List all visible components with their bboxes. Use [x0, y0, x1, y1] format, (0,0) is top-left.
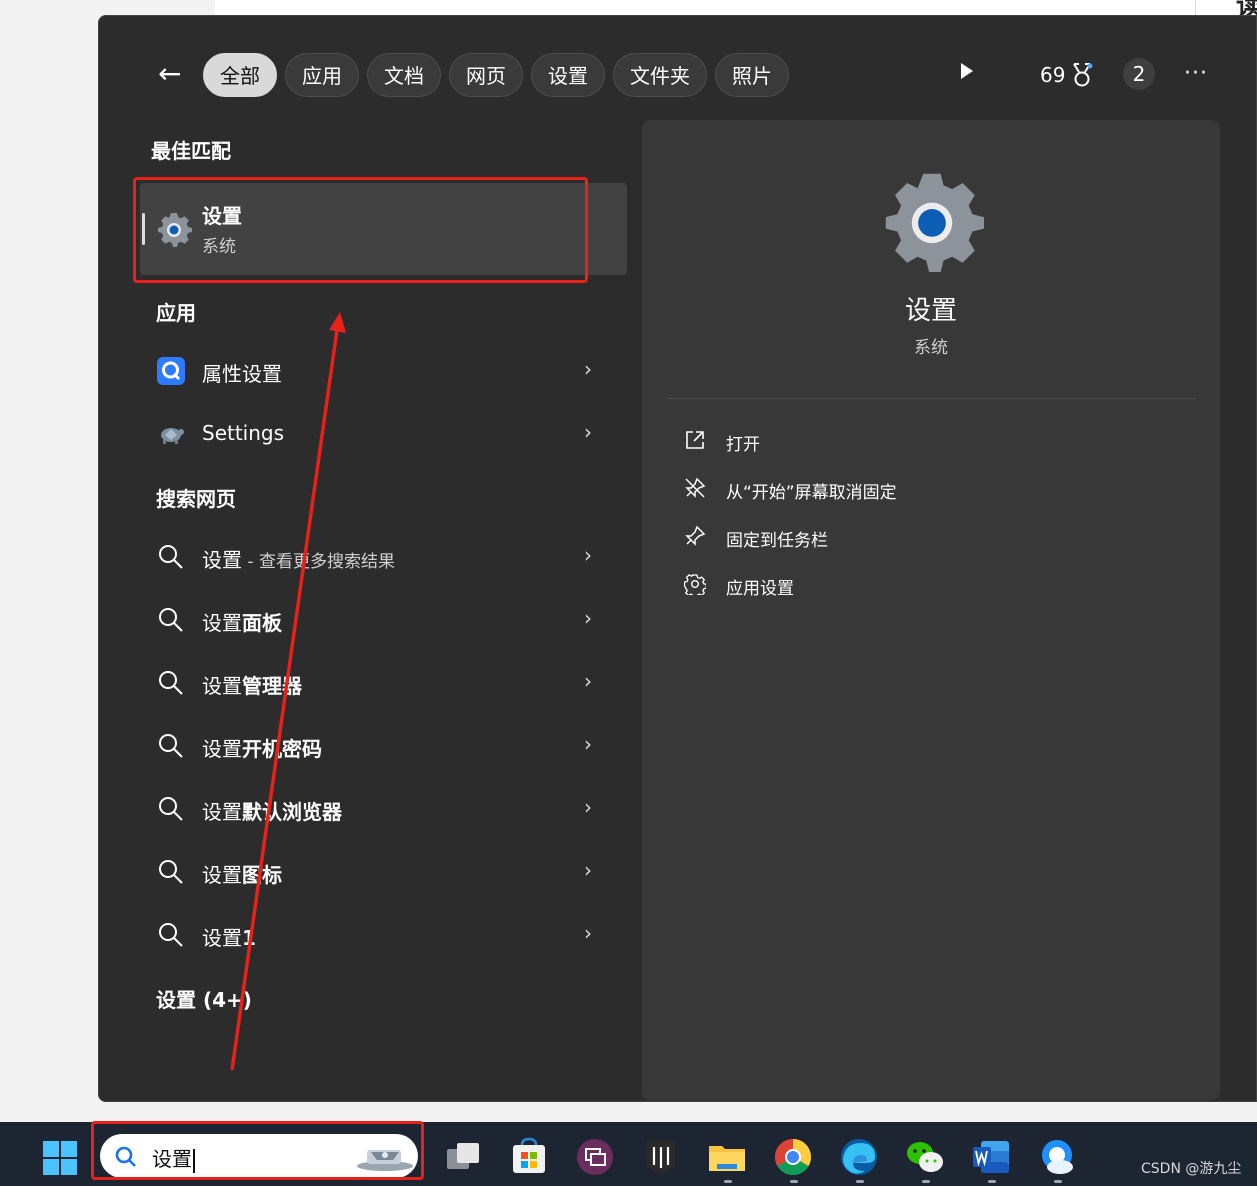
action-label: 打开	[726, 435, 760, 455]
running-indicator	[1054, 1180, 1062, 1183]
more-options-icon[interactable]: ···	[1184, 61, 1208, 86]
web-result-label: 设置图标	[202, 863, 282, 887]
web-result-item[interactable]: 设置1 ›	[156, 915, 606, 955]
web-result-item[interactable]: 设置图标 ›	[156, 852, 606, 892]
search-icon	[159, 923, 183, 947]
points-value: 69	[1040, 63, 1066, 87]
web-result-label: 设置 - 查看更多搜索结果	[202, 548, 395, 572]
running-indicator	[922, 1180, 930, 1183]
detail-title: 设置	[904, 296, 957, 326]
background-document	[215, 0, 1257, 16]
filter-tabs: 全部 应用 文档 网页 设置 文件夹 照片	[203, 53, 789, 97]
action-label: 固定到任务栏	[726, 531, 828, 551]
search-icon	[159, 860, 183, 884]
web-result-item[interactable]: 设置管理器 ›	[156, 663, 606, 703]
rewards-points[interactable]: 69	[1040, 60, 1093, 90]
settings-heading[interactable]: 设置 (4+)	[156, 984, 252, 1013]
microsoft-store-icon[interactable]	[509, 1137, 549, 1177]
search-icon	[159, 545, 183, 569]
open-external-icon	[686, 431, 704, 449]
watermark-text: CSDN @游九尘	[1141, 1161, 1242, 1177]
web-result-label: 设置开机密码	[202, 737, 322, 761]
web-result-label: 设置管理器	[202, 674, 302, 698]
play-icon[interactable]	[961, 63, 973, 79]
settings-gear-icon	[885, 173, 984, 272]
chrome-icon[interactable]	[773, 1137, 813, 1177]
app-q-icon	[157, 357, 185, 385]
running-indicator	[724, 1180, 732, 1183]
profile-badge[interactable]: 2	[1123, 58, 1155, 90]
tab-web[interactable]: 网页	[449, 53, 523, 97]
qq-cloud-icon[interactable]	[1037, 1137, 1077, 1177]
remote-desktop-icon[interactable]	[575, 1137, 615, 1177]
web-result-item[interactable]: 设置默认浏览器 ›	[156, 789, 606, 829]
edge-icon[interactable]	[839, 1137, 879, 1177]
search-icon	[159, 797, 183, 821]
running-indicator	[856, 1180, 864, 1183]
app-item-settings[interactable]: Settings ›	[156, 414, 606, 454]
chevron-right-icon[interactable]: ›	[584, 606, 592, 630]
running-indicator	[988, 1180, 996, 1183]
web-result-label: 设置默认浏览器	[202, 800, 342, 824]
tab-photos[interactable]: 照片	[715, 53, 789, 97]
pin-icon	[685, 525, 706, 546]
chevron-right-icon[interactable]: ›	[584, 921, 592, 945]
app-item-property-settings[interactable]: 属性设置 ›	[156, 351, 606, 391]
chevron-right-icon[interactable]: ›	[584, 795, 592, 819]
tab-apps[interactable]: 应用	[285, 53, 359, 97]
turtle-app-icon	[161, 428, 184, 444]
detail-pane: 设置 系统 打开 从“开始”屏幕取消固定 固定到任务栏 应用设置	[642, 120, 1220, 1100]
web-result-label: 设置1	[202, 926, 256, 950]
chevron-right-icon[interactable]: ›	[584, 357, 592, 381]
task-view-icon[interactable]	[443, 1137, 483, 1177]
unpin-icon	[685, 477, 706, 498]
back-arrow-icon[interactable]: ←	[158, 59, 184, 89]
tab-folders[interactable]: 文件夹	[613, 53, 707, 97]
search-icon	[159, 671, 183, 695]
chevron-right-icon[interactable]: ›	[584, 732, 592, 756]
annotation-box-search	[91, 1121, 424, 1180]
tab-documents[interactable]: 文档	[367, 53, 441, 97]
file-explorer-icon[interactable]	[707, 1137, 747, 1177]
detail-subtitle: 系统	[914, 338, 948, 358]
web-search-heading: 搜索网页	[156, 487, 236, 511]
tab-all[interactable]: 全部	[203, 53, 277, 97]
web-result-label: 设置面板	[202, 611, 282, 635]
gear-icon	[684, 573, 706, 595]
action-label: 从“开始”屏幕取消固定	[726, 483, 897, 503]
apps-heading: 应用	[156, 301, 196, 325]
windows-start-icon[interactable]	[43, 1141, 77, 1175]
web-result-item[interactable]: 设置开机密码 ›	[156, 726, 606, 766]
best-match-heading: 最佳匹配	[151, 139, 231, 163]
background-divider	[1195, 0, 1196, 16]
app-item-label: 属性设置	[202, 362, 282, 386]
search-icon	[159, 608, 183, 632]
epic-games-icon[interactable]	[641, 1137, 681, 1177]
word-icon[interactable]	[971, 1137, 1011, 1177]
chevron-right-icon[interactable]: ›	[584, 669, 592, 693]
annotation-box-best-match	[133, 177, 588, 283]
wechat-icon[interactable]	[905, 1137, 945, 1177]
web-result-item[interactable]: 设置面板 ›	[156, 600, 606, 640]
running-indicator	[790, 1180, 798, 1183]
search-icon	[159, 734, 183, 758]
app-item-label: Settings	[202, 421, 285, 445]
chevron-right-icon[interactable]: ›	[584, 543, 592, 567]
tab-settings[interactable]: 设置	[531, 53, 605, 97]
chevron-right-icon[interactable]: ›	[584, 420, 592, 444]
medal-icon	[1073, 63, 1093, 87]
action-label: 应用设置	[726, 579, 794, 599]
chevron-right-icon[interactable]: ›	[584, 858, 592, 882]
detail-divider	[666, 398, 1196, 399]
web-result-item[interactable]: 设置 - 查看更多搜索结果 ›	[156, 537, 606, 577]
